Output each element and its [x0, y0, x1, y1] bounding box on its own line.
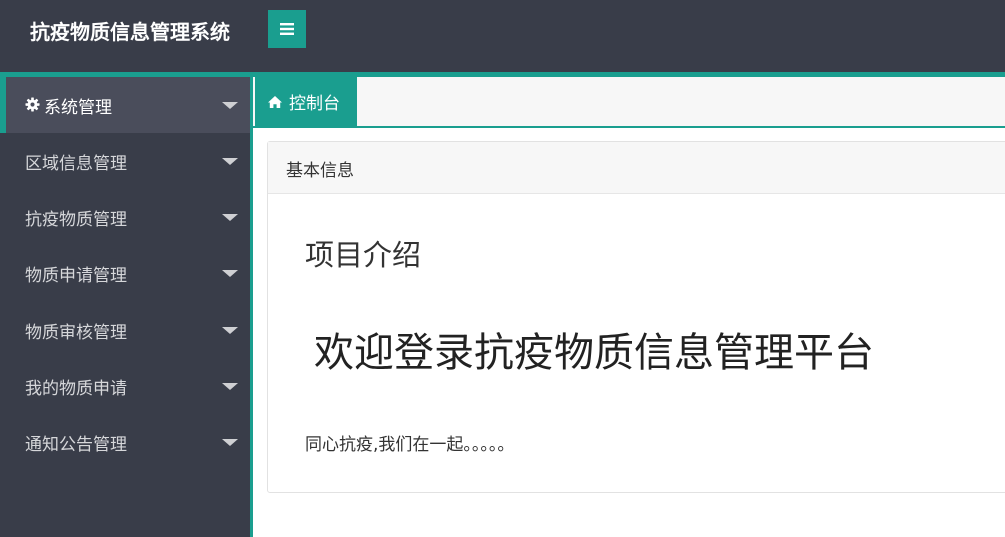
home-icon [268, 95, 282, 108]
slogan-text: 同心抗疫,我们在一起。。。。。 [305, 435, 515, 455]
hamburger-icon [280, 23, 294, 35]
welcome-heading: 欢迎登录抗疫物质信息管理平台 [314, 330, 874, 376]
chevron-down-icon [222, 102, 238, 109]
sidebar: 系统管理 区域信息管理 抗疫物质管理 物质申请管理 物质审核管理 我的物质申请 … [0, 77, 250, 537]
sidebar-item-region-info[interactable]: 区域信息管理 [0, 133, 250, 189]
sidebar-item-my-requests[interactable]: 我的物质申请 [0, 358, 250, 414]
chevron-down-icon [222, 439, 238, 446]
chevron-down-icon [222, 158, 238, 165]
sidebar-item-announcements[interactable]: 通知公告管理 [0, 414, 250, 470]
sidebar-item-label: 区域信息管理 [25, 153, 127, 174]
sidebar-item-system-management[interactable]: 系统管理 [0, 77, 250, 133]
card-header-title: 基本信息 [286, 161, 354, 181]
top-header: 抗疫物质信息管理系统 [0, 0, 1005, 72]
sidebar-item-label: 系统管理 [44, 97, 112, 118]
chevron-down-icon [222, 383, 238, 390]
sidebar-item-label: 我的物质申请 [25, 378, 127, 399]
basic-info-card: 基本信息 项目介绍 欢迎登录抗疫物质信息管理平台 同心抗疫,我们在一起。。。。。 [267, 141, 1005, 493]
sidebar-item-label: 抗疫物质管理 [25, 209, 127, 230]
tab-console[interactable]: 控制台 [255, 77, 357, 126]
sidebar-item-supply-review[interactable]: 物质审核管理 [0, 302, 250, 358]
tab-label: 控制台 [289, 94, 340, 114]
sidebar-item-label: 物质申请管理 [25, 265, 127, 286]
card-header: 基本信息 [268, 142, 1005, 194]
sidebar-item-label: 物质审核管理 [25, 322, 127, 343]
menu-toggle-button[interactable] [268, 10, 306, 48]
chevron-down-icon [222, 327, 238, 334]
sidebar-item-label: 通知公告管理 [25, 434, 127, 455]
sidebar-item-supplies-management[interactable]: 抗疫物质管理 [0, 189, 250, 245]
gear-icon [25, 97, 40, 112]
chevron-down-icon [222, 214, 238, 221]
sidebar-accent-edge [250, 77, 253, 537]
chevron-down-icon [222, 270, 238, 277]
app-title: 抗疫物质信息管理系统 [30, 20, 230, 44]
tab-bar: 控制台 [253, 77, 1005, 128]
sidebar-item-supply-requests[interactable]: 物质申请管理 [0, 245, 250, 301]
project-intro-title: 项目介绍 [305, 238, 422, 272]
